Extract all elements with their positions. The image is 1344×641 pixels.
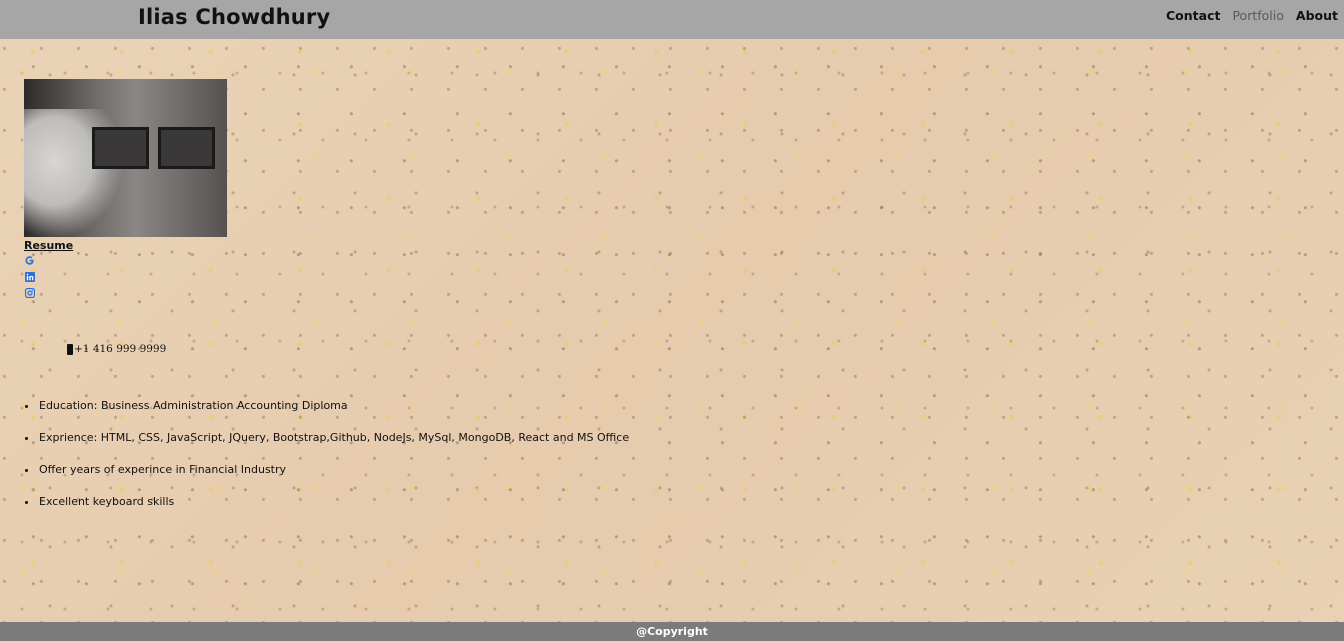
list-item: Excellent keyboard skills bbox=[24, 495, 629, 509]
google-icon[interactable] bbox=[24, 255, 35, 266]
site-title: Ilias Chowdhury bbox=[138, 5, 331, 29]
phone-number: +1 416 999 9999 bbox=[74, 343, 167, 355]
photo-frame-left bbox=[92, 127, 149, 169]
list-item: Education: Business Administration Accou… bbox=[24, 399, 629, 413]
nav-contact-link[interactable]: Contact bbox=[1160, 9, 1226, 23]
resume-link[interactable]: Resume bbox=[24, 239, 73, 252]
photo-frame-right bbox=[158, 127, 215, 169]
profile-photo bbox=[24, 79, 227, 237]
list-item: Exprience: HTML, CSS, JavaScript, JQuery… bbox=[24, 431, 630, 444]
phone-icon bbox=[67, 343, 73, 355]
footer: @Copyright bbox=[0, 622, 1344, 641]
instagram-icon[interactable] bbox=[24, 287, 35, 298]
skills-list: Education: Business Administration Accou… bbox=[24, 399, 630, 527]
nav-portfolio-link[interactable]: Portfolio bbox=[1226, 9, 1289, 23]
copyright-text: @Copyright bbox=[636, 625, 708, 638]
main-nav: Contact Portfolio About bbox=[1160, 9, 1344, 23]
phone-contact: +1 416 999 9999 bbox=[67, 343, 166, 355]
top-navbar: Ilias Chowdhury Contact Portfolio About bbox=[0, 0, 1344, 39]
list-item: Offer years of experince in Financial In… bbox=[24, 463, 629, 477]
nav-about-link[interactable]: About bbox=[1290, 9, 1344, 23]
linkedin-icon[interactable] bbox=[24, 271, 35, 282]
